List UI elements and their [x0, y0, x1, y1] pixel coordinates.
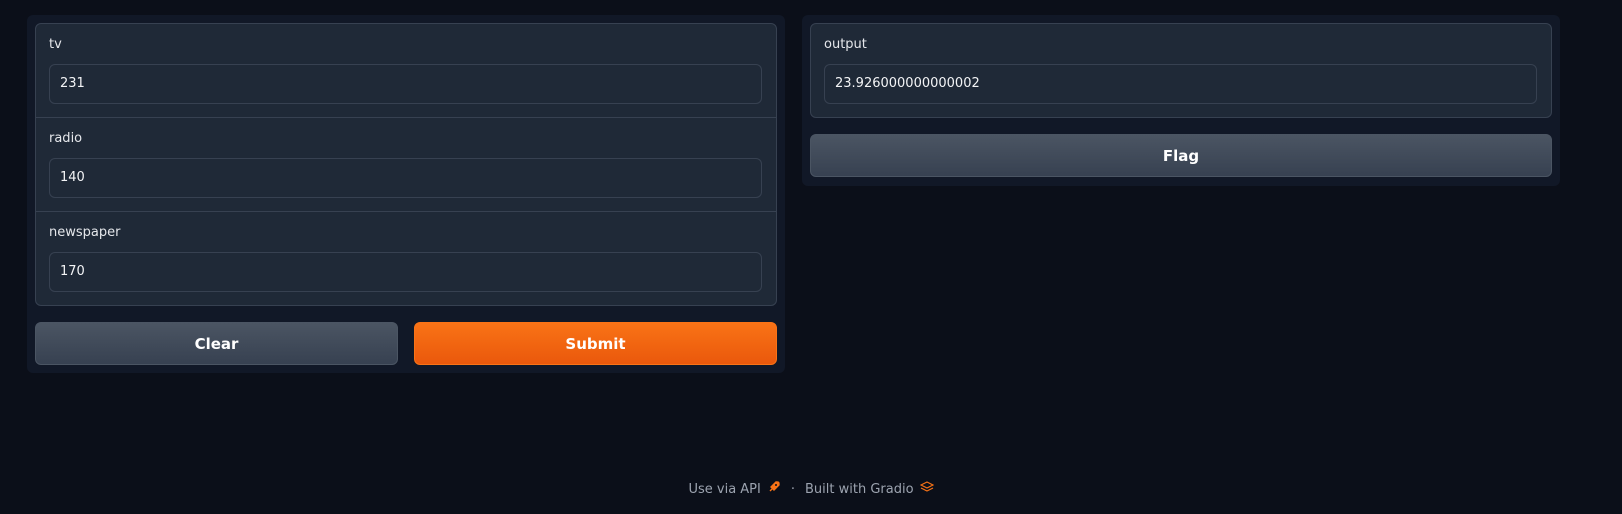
output-label: output	[824, 37, 867, 52]
output-field: output	[811, 24, 1551, 117]
tv-field: tv	[36, 24, 776, 118]
use-via-api-link[interactable]: Use via API	[688, 480, 780, 498]
use-via-api-label: Use via API	[688, 481, 761, 497]
radio-input[interactable]	[49, 158, 762, 198]
radio-label: radio	[49, 131, 83, 146]
clear-button[interactable]: Clear	[35, 322, 398, 365]
rocket-icon	[767, 480, 781, 498]
flag-button[interactable]: Flag	[810, 134, 1552, 177]
newspaper-input[interactable]	[49, 252, 762, 292]
input-form: tv radio newspaper	[35, 23, 777, 306]
footer-separator: ·	[790, 481, 795, 497]
output-panel: output Flag	[802, 15, 1560, 186]
output-textbox[interactable]	[824, 64, 1537, 104]
input-panel: tv radio newspaper Clear Submit	[27, 15, 785, 373]
footer: Use via API · Built with Gradio	[0, 480, 1622, 498]
newspaper-field: newspaper	[36, 212, 776, 305]
gradio-logo-icon	[919, 480, 934, 498]
radio-field: radio	[36, 118, 776, 212]
output-form: output	[810, 23, 1552, 118]
built-with-gradio-link[interactable]: Built with Gradio	[805, 480, 934, 498]
newspaper-label: newspaper	[49, 225, 121, 240]
tv-input[interactable]	[49, 64, 762, 104]
submit-button[interactable]: Submit	[414, 322, 777, 365]
built-with-gradio-label: Built with Gradio	[805, 481, 914, 497]
tv-label: tv	[49, 37, 62, 52]
app-root: tv radio newspaper Clear Submit output F…	[0, 0, 1622, 514]
